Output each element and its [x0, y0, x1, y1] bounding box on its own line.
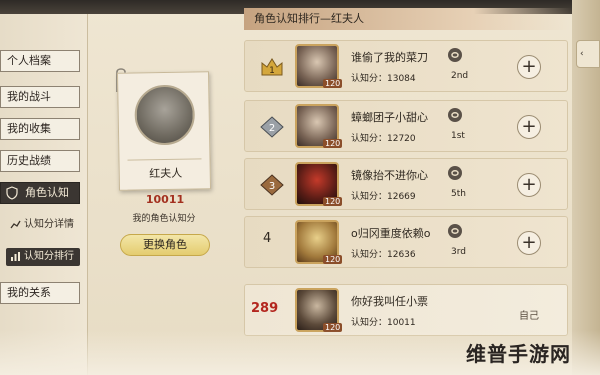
player-name: 谁偷了我的菜刀 [351, 51, 428, 64]
self-label: 自己 [519, 311, 539, 322]
season-emblem-icon [448, 224, 462, 238]
rank-number: 2 [269, 123, 275, 134]
sidebar-item-label: 我的收集 [7, 122, 51, 135]
season-label: 2nd [451, 71, 469, 81]
player-level-badge: 120 [323, 79, 343, 88]
season-emblem-icon [448, 48, 462, 62]
sidebar-item-relations[interactable]: 我的关系 [0, 282, 80, 304]
ranking-row: 2 120 蟑螂团子小甜心 认知分：12720 1st + [244, 100, 568, 152]
player-score: 认知分：10011 [351, 318, 416, 328]
rank-number: 3 [269, 181, 275, 192]
sidebar-subitem-score-detail[interactable]: 认知分详情 [6, 216, 80, 234]
my-score-value: 10011 [145, 193, 185, 206]
player-name: 镜像抬不进你心 [351, 169, 428, 182]
sidebar-subitem-label: 认知分排行 [24, 251, 74, 262]
rank-badge-icon: 2 [260, 116, 284, 138]
shield-icon [6, 186, 18, 200]
bar-chart-icon [11, 252, 20, 261]
sidebar-item-label: 角色认知 [25, 186, 69, 199]
player-name: 你好我叫任小票 [351, 295, 428, 308]
sidebar-subitem-score-ranking[interactable]: 认知分排行 [6, 248, 80, 266]
sidebar-item-label: 个人档案 [7, 54, 51, 67]
sidebar-item-battles[interactable]: 我的战斗 [0, 86, 80, 108]
sidebar-subitem-label: 认知分详情 [24, 219, 74, 230]
character-portrait [134, 84, 196, 146]
rank-number: 4 [263, 231, 272, 246]
player-name: 蟑螂团子小甜心 [351, 111, 428, 124]
player-level-badge: 120 [323, 255, 343, 264]
ranking-row: 1 120 谁偷了我的菜刀 认知分：13084 2nd + [244, 40, 568, 92]
add-friend-button[interactable]: + [517, 231, 541, 255]
trend-line-icon [10, 220, 21, 229]
player-level-badge: 120 [323, 197, 343, 206]
ranking-row: 3 120 镜像抬不进你心 认知分：12669 5th + [244, 158, 568, 210]
ranking-panel: 角色认知排行—红夫人 1 120 谁偷了我的菜刀 认知分：13084 2nd +… [244, 0, 572, 375]
player-score: 认知分：13084 [351, 74, 416, 84]
rank-number: 1 [269, 66, 275, 76]
sidebar-item-history[interactable]: 历史战绩 [0, 150, 80, 172]
sidebar: 个人档案 我的战斗 我的收集 历史战绩 角色认知 认知分详情 认知分排行 我的关… [0, 14, 88, 375]
add-friend-button[interactable]: + [517, 55, 541, 79]
game-screen: 个人档案 我的战斗 我的收集 历史战绩 角色认知 认知分详情 认知分排行 我的关… [0, 0, 600, 375]
rank-badge-icon: 3 [260, 174, 284, 196]
player-name: o归冈重度依赖o [351, 227, 431, 240]
player-score: 认知分：12669 [351, 192, 416, 202]
self-ranking-row: 289 120 你好我叫任小票 认知分：10011 自己 [244, 284, 568, 336]
sidebar-item-label: 我的战斗 [7, 90, 51, 103]
character-card: 红夫人 [116, 71, 212, 191]
my-score-label: 我的角色认知分 [132, 214, 196, 224]
right-side-tab[interactable]: ‹ [576, 40, 600, 68]
sidebar-item-character-mastery[interactable]: 角色认知 [0, 182, 80, 204]
add-friend-button[interactable]: + [517, 115, 541, 139]
divider [127, 158, 202, 161]
season-label: 5th [451, 189, 466, 199]
self-rank-number: 289 [251, 301, 279, 316]
sidebar-item-profile[interactable]: 个人档案 [0, 50, 80, 72]
crown-rank-badge-icon: 1 [261, 58, 283, 76]
ranking-row: 4 120 o归冈重度依赖o 认知分：12636 3rd + [244, 216, 568, 268]
watermark-text: 维普手游网 [466, 342, 571, 366]
season-emblem-icon [448, 166, 462, 180]
player-score: 认知分：12720 [351, 134, 416, 144]
character-name: 红夫人 [149, 166, 183, 181]
change-character-button[interactable]: 更换角色 [120, 234, 210, 256]
season-label: 1st [451, 131, 465, 141]
season-label: 3rd [451, 247, 466, 257]
player-score: 认知分：12636 [351, 250, 416, 260]
season-emblem-icon [448, 108, 462, 122]
sidebar-item-collection[interactable]: 我的收集 [0, 118, 80, 140]
ranking-title: 角色认知排行—红夫人 [244, 8, 572, 30]
sidebar-item-label: 我的关系 [7, 286, 51, 299]
sidebar-item-label: 历史战绩 [7, 154, 51, 167]
add-friend-button[interactable]: + [517, 173, 541, 197]
player-level-badge: 120 [323, 139, 343, 148]
